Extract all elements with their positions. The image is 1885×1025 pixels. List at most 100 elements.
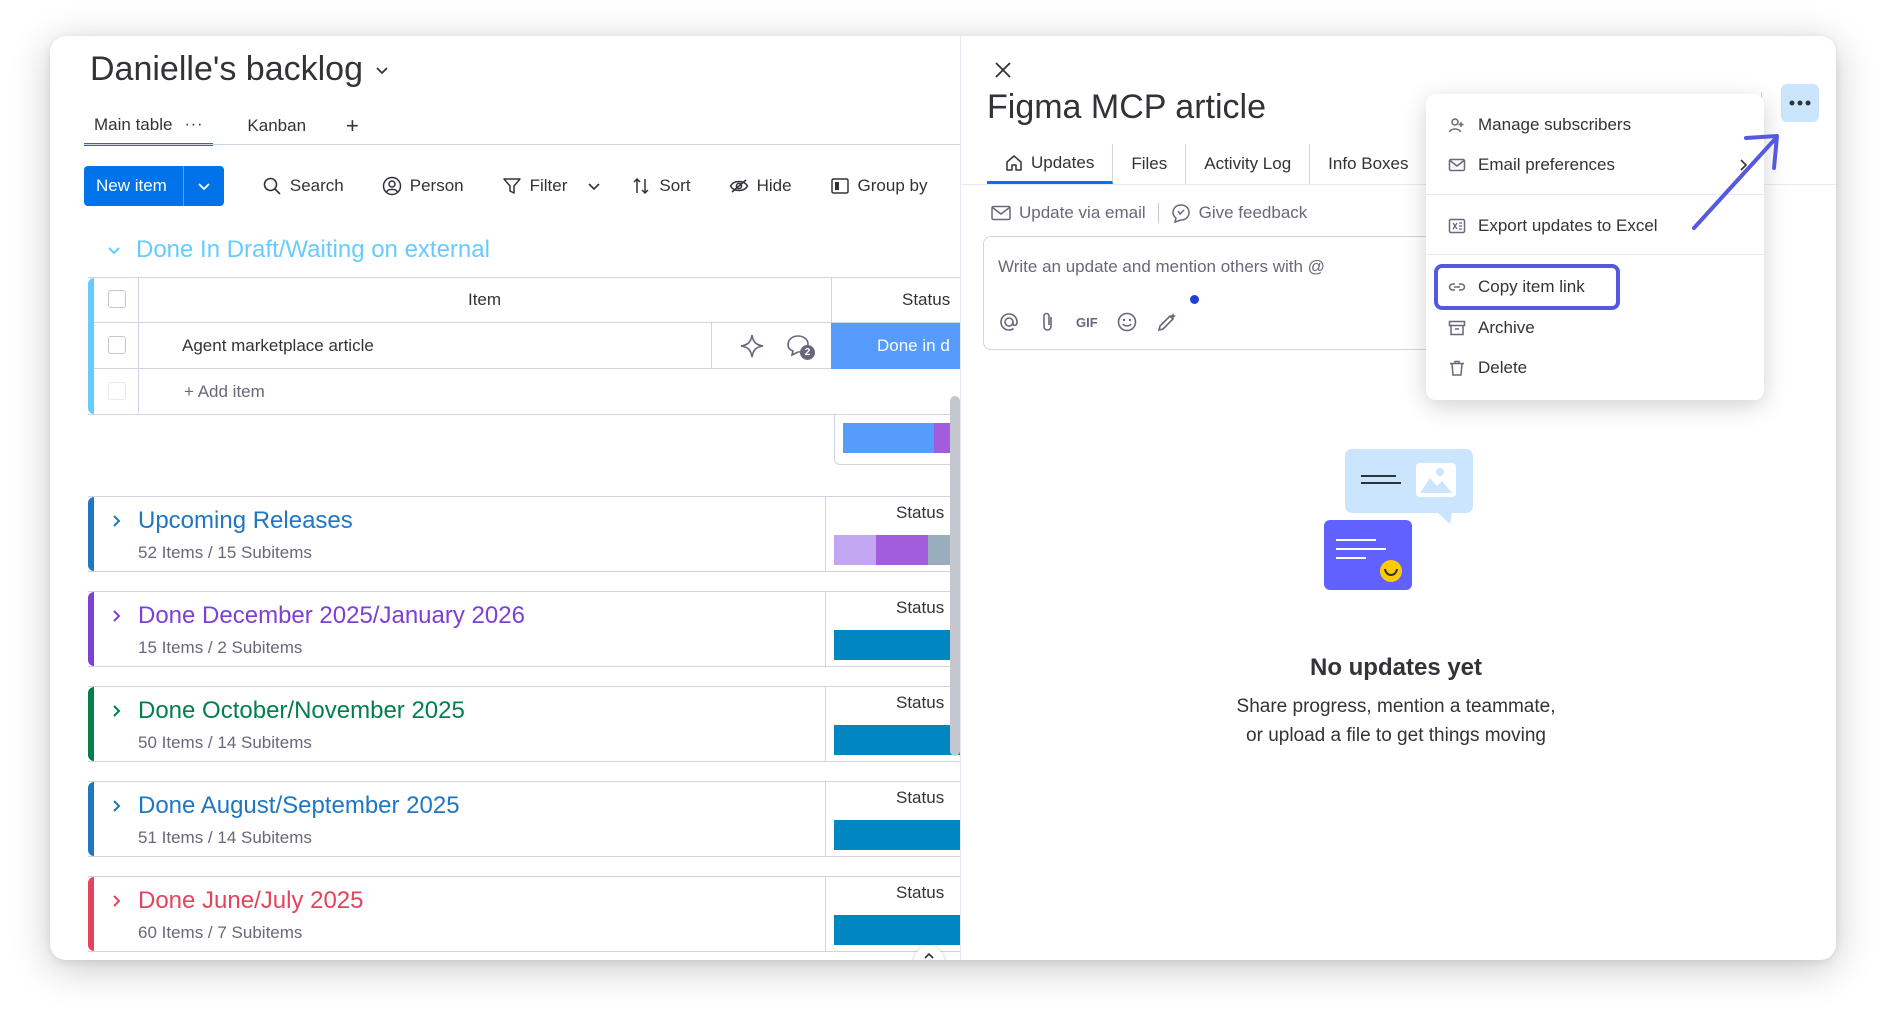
sort-button[interactable]: Sort xyxy=(631,176,691,196)
group-counts: 60 Items / 7 Subitems xyxy=(138,923,303,942)
chevron-down-icon[interactable] xyxy=(587,179,601,193)
empty-state-description: Share progress, mention a teammate, or u… xyxy=(961,692,1831,750)
tab-files-label: Files xyxy=(1131,154,1168,173)
group-done-dec-jan[interactable]: Done December 2025/January 2026 15 Items… xyxy=(88,591,960,667)
hide-button[interactable]: Hide xyxy=(729,176,792,196)
column-header-status[interactable]: Status xyxy=(902,290,950,310)
tab-info-boxes[interactable]: Info Boxes xyxy=(1310,144,1428,184)
more-icon[interactable]: ··· xyxy=(184,116,203,134)
more-options-button[interactable] xyxy=(1781,84,1819,122)
person-label: Person xyxy=(409,176,464,195)
update-placeholder[interactable]: Write an update and mention others with … xyxy=(998,257,1325,277)
attachment-icon[interactable] xyxy=(1038,311,1058,333)
status-summary: Status xyxy=(825,877,960,951)
status-header: Status xyxy=(896,503,945,522)
row-checkbox xyxy=(108,382,126,405)
sparkle-icon[interactable] xyxy=(739,333,765,359)
search-button[interactable]: Search xyxy=(262,176,344,196)
tab-activity-log-label: Activity Log xyxy=(1204,154,1292,173)
person-icon xyxy=(382,176,401,196)
annotation-arrow xyxy=(1692,134,1779,230)
scrollbar[interactable] xyxy=(950,396,960,756)
menu-item-archive[interactable]: Archive xyxy=(1448,318,1535,338)
table-row[interactable]: Agent marketplace article 2 Done in d xyxy=(94,323,960,369)
update-via-email-button[interactable]: Update via email xyxy=(991,203,1146,223)
tab-files[interactable]: Files xyxy=(1113,144,1187,184)
tab-kanban-label: Kanban xyxy=(247,116,307,135)
chevron-right-icon[interactable] xyxy=(108,608,124,624)
menu-label: Delete xyxy=(1478,358,1528,377)
ai-write-icon[interactable] xyxy=(1156,311,1178,333)
update-actions: Update via email Give feedback xyxy=(991,196,1307,230)
row-checkbox[interactable] xyxy=(108,336,126,359)
chevron-down-icon[interactable] xyxy=(106,242,122,258)
filter-button[interactable]: Filter xyxy=(502,176,602,196)
empty-state-line: Share progress, mention a teammate, xyxy=(1236,696,1556,717)
excel-icon xyxy=(1448,218,1466,234)
tab-updates-label: Updates xyxy=(1031,152,1095,172)
tab-kanban[interactable]: Kanban xyxy=(237,106,316,146)
select-all-checkbox[interactable] xyxy=(108,290,126,313)
group-by-button[interactable]: Group by xyxy=(830,176,927,196)
give-feedback-label: Give feedback xyxy=(1198,203,1308,222)
chevron-right-icon[interactable] xyxy=(108,703,124,719)
group-color-bar xyxy=(88,877,94,951)
gif-icon[interactable]: GIF xyxy=(1076,315,1098,330)
mention-icon[interactable] xyxy=(998,311,1020,333)
chevron-down-icon[interactable] xyxy=(375,63,389,77)
tab-main-table-label: Main table xyxy=(94,114,173,134)
person-filter-button[interactable]: Person xyxy=(382,176,464,196)
board-title[interactable]: Danielle's backlog xyxy=(90,50,389,89)
menu-item-delete[interactable]: Delete xyxy=(1448,358,1527,378)
chevron-down-icon[interactable] xyxy=(184,179,224,193)
tab-info-boxes-label: Info Boxes xyxy=(1328,154,1409,173)
add-item-row[interactable]: + Add item xyxy=(94,369,960,415)
menu-label: Manage subscribers xyxy=(1478,115,1632,134)
search-label: Search xyxy=(289,176,344,195)
chevron-right-icon[interactable] xyxy=(108,798,124,814)
menu-item-copy-item-link[interactable]: Copy item link xyxy=(1448,277,1585,297)
group-summary-bar xyxy=(834,415,960,465)
group-color-bar xyxy=(88,497,94,571)
group-done-oct-nov[interactable]: Done October/November 2025 50 Items / 14… xyxy=(88,686,960,762)
tab-main-table[interactable]: Main table ··· xyxy=(84,106,214,146)
empty-updates-illustration xyxy=(1324,449,1473,590)
group-upcoming-releases[interactable]: Upcoming Releases 52 Items / 15 Subitems… xyxy=(88,496,960,572)
table-header: Item Status xyxy=(94,278,960,323)
item-name[interactable]: Agent marketplace article xyxy=(182,336,374,356)
group-counts: 15 Items / 2 Subitems xyxy=(138,638,303,657)
sort-icon xyxy=(633,177,649,195)
add-item-button[interactable]: + Add item xyxy=(184,382,265,402)
updates-count-badge: 2 xyxy=(800,345,815,360)
status-header: Status xyxy=(896,598,945,617)
group-color-bar xyxy=(88,592,94,666)
item-title[interactable]: Figma MCP article xyxy=(987,88,1266,127)
status-cell[interactable]: Done in d xyxy=(831,323,960,369)
chevron-right-icon[interactable] xyxy=(108,893,124,909)
updates-icon[interactable]: 2 xyxy=(784,333,816,361)
column-header-item[interactable]: Item xyxy=(138,290,831,310)
eye-off-icon xyxy=(729,179,748,193)
link-icon xyxy=(1448,283,1466,291)
group-done-aug-sep[interactable]: Done August/September 2025 51 Items / 14… xyxy=(88,781,960,857)
new-item-button[interactable]: New item xyxy=(84,166,224,206)
view-tabs: Main table ··· Kanban + xyxy=(84,106,359,146)
group-by-icon xyxy=(830,178,849,194)
group-done-jun-jul[interactable]: Done June/July 2025 60 Items / 7 Subitem… xyxy=(88,876,960,952)
menu-item-export-updates[interactable]: Export updates to Excel xyxy=(1448,216,1658,236)
editor-toolbar: GIF xyxy=(998,311,1178,333)
status-summary: Status xyxy=(825,687,960,761)
give-feedback-button[interactable]: Give feedback xyxy=(1171,203,1308,223)
emoji-icon[interactable] xyxy=(1116,311,1138,333)
tab-activity-log[interactable]: Activity Log xyxy=(1186,144,1311,184)
chevron-up-icon xyxy=(924,952,934,959)
chevron-right-icon[interactable] xyxy=(108,513,124,529)
add-view-button[interactable]: + xyxy=(346,113,359,139)
tab-updates[interactable]: Updates xyxy=(987,144,1114,184)
menu-item-manage-subscribers[interactable]: Manage subscribers xyxy=(1448,115,1631,135)
mail-icon xyxy=(1448,158,1466,172)
status-summary: Status xyxy=(825,782,960,856)
board-area: Danielle's backlog Main table ··· Kanban… xyxy=(50,36,960,960)
close-icon[interactable] xyxy=(991,58,1015,82)
menu-label: Email preferences xyxy=(1478,155,1616,174)
